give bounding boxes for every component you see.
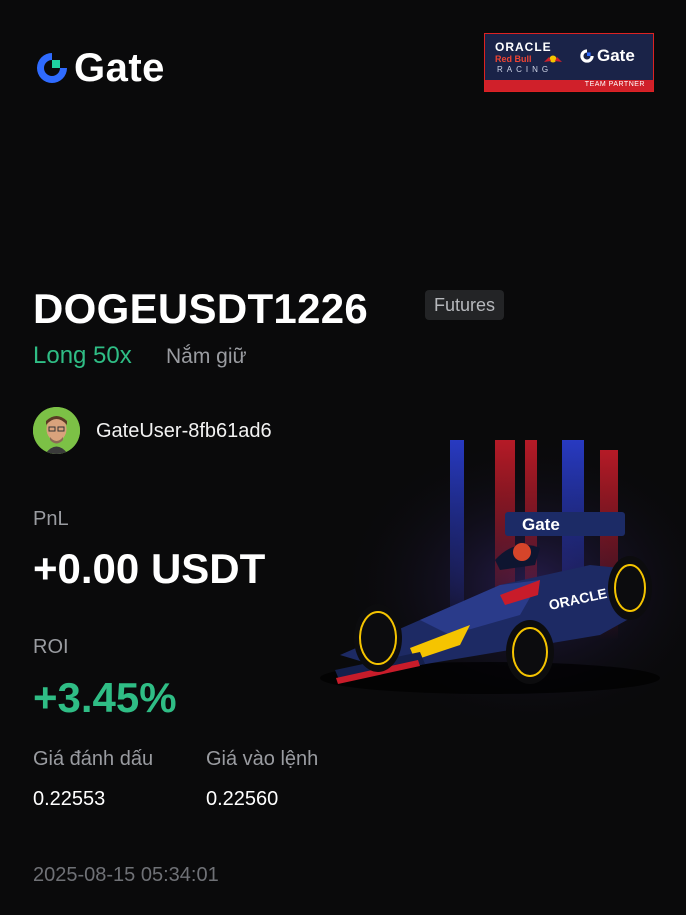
entry-price-value: 0.22560 xyxy=(206,788,279,810)
gate-logo-icon xyxy=(580,49,594,63)
position-status: Nắm giữ xyxy=(166,345,247,368)
gate-logo-icon xyxy=(37,53,67,83)
roi-label: ROI xyxy=(33,636,69,658)
position-direction: Long 50x xyxy=(33,342,132,369)
gate-logo: Gate xyxy=(34,46,165,90)
red-bull-icon xyxy=(544,55,562,63)
team-partner-text: TEAM PARTNER xyxy=(584,81,645,88)
redbull-text: Red Bull xyxy=(495,54,532,64)
entry-price-label: Giá vào lệnh xyxy=(206,748,319,770)
pnl-label: PnL xyxy=(33,508,69,530)
team-partner-strip: TEAM PARTNER xyxy=(485,80,653,91)
mark-price-label: Giá đánh dấu xyxy=(33,748,154,770)
user-avatar xyxy=(33,407,80,454)
oracle-text: ORACLE xyxy=(495,40,552,54)
car-livery-text: Gate xyxy=(522,515,560,534)
roi-value: +3.45% xyxy=(33,674,177,721)
partner-gate-text: Gate xyxy=(597,46,635,65)
mark-price-value: 0.22553 xyxy=(33,788,106,810)
pnl-share-card: Gate ORACLE Red Bull RACING Gate TEAM PA… xyxy=(0,0,686,915)
futures-tag: Futures xyxy=(425,290,505,320)
username: GateUser-8fb61ad6 xyxy=(96,420,272,442)
pnl-value: +0.00 USDT xyxy=(33,545,266,592)
partner-gate-logo: Gate xyxy=(579,46,635,66)
racing-text: RACING xyxy=(497,65,553,74)
contract-symbol: DOGEUSDT1226 xyxy=(33,285,369,332)
gate-logo-text: Gate xyxy=(74,46,165,90)
team-partner-badge: ORACLE Red Bull RACING Gate TEAM PARTNER xyxy=(484,33,654,92)
timestamp: 2025-08-15 05:34:01 xyxy=(33,864,219,886)
f1-car-illustration: Gate ORACLE xyxy=(300,420,686,720)
avatar-icon xyxy=(33,407,80,454)
